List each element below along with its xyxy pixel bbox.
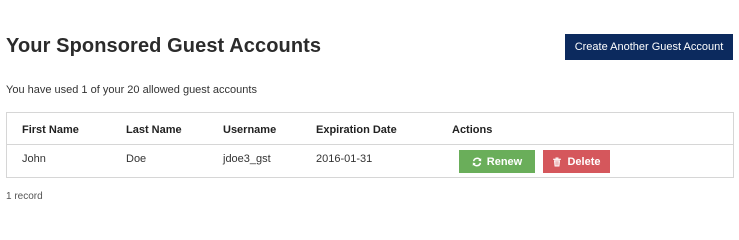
usage-summary-text: You have used 1 of your 20 allowed guest… bbox=[6, 84, 257, 96]
guest-accounts-table: First Name Last Name Username Expiration… bbox=[6, 112, 734, 178]
create-guest-account-button[interactable]: Create Another Guest Account bbox=[565, 34, 733, 60]
column-header-actions: Actions bbox=[452, 124, 493, 136]
column-header-username: Username bbox=[223, 124, 277, 136]
delete-button[interactable]: Delete bbox=[543, 150, 610, 173]
delete-button-label: Delete bbox=[567, 155, 601, 168]
record-count: 1 record bbox=[6, 191, 43, 202]
refresh-icon bbox=[472, 157, 482, 167]
page-title: Your Sponsored Guest Accounts bbox=[6, 35, 322, 57]
guest-accounts-page: Your Sponsored Guest Accounts Create Ano… bbox=[0, 0, 739, 208]
cell-first-name: John bbox=[22, 153, 46, 165]
cell-last-name: Doe bbox=[126, 153, 147, 165]
cell-username: jdoe3_gst bbox=[223, 153, 271, 165]
table-header-row: First Name Last Name Username Expiration… bbox=[7, 113, 733, 145]
column-header-expiration-date: Expiration Date bbox=[316, 124, 397, 136]
renew-button-label: Renew bbox=[486, 155, 523, 168]
renew-button[interactable]: Renew bbox=[459, 150, 535, 173]
column-header-first-name: First Name bbox=[22, 124, 79, 136]
trash-icon bbox=[552, 157, 562, 167]
cell-expiration-date: 2016-01-31 bbox=[316, 153, 373, 165]
column-header-last-name: Last Name bbox=[126, 124, 182, 136]
